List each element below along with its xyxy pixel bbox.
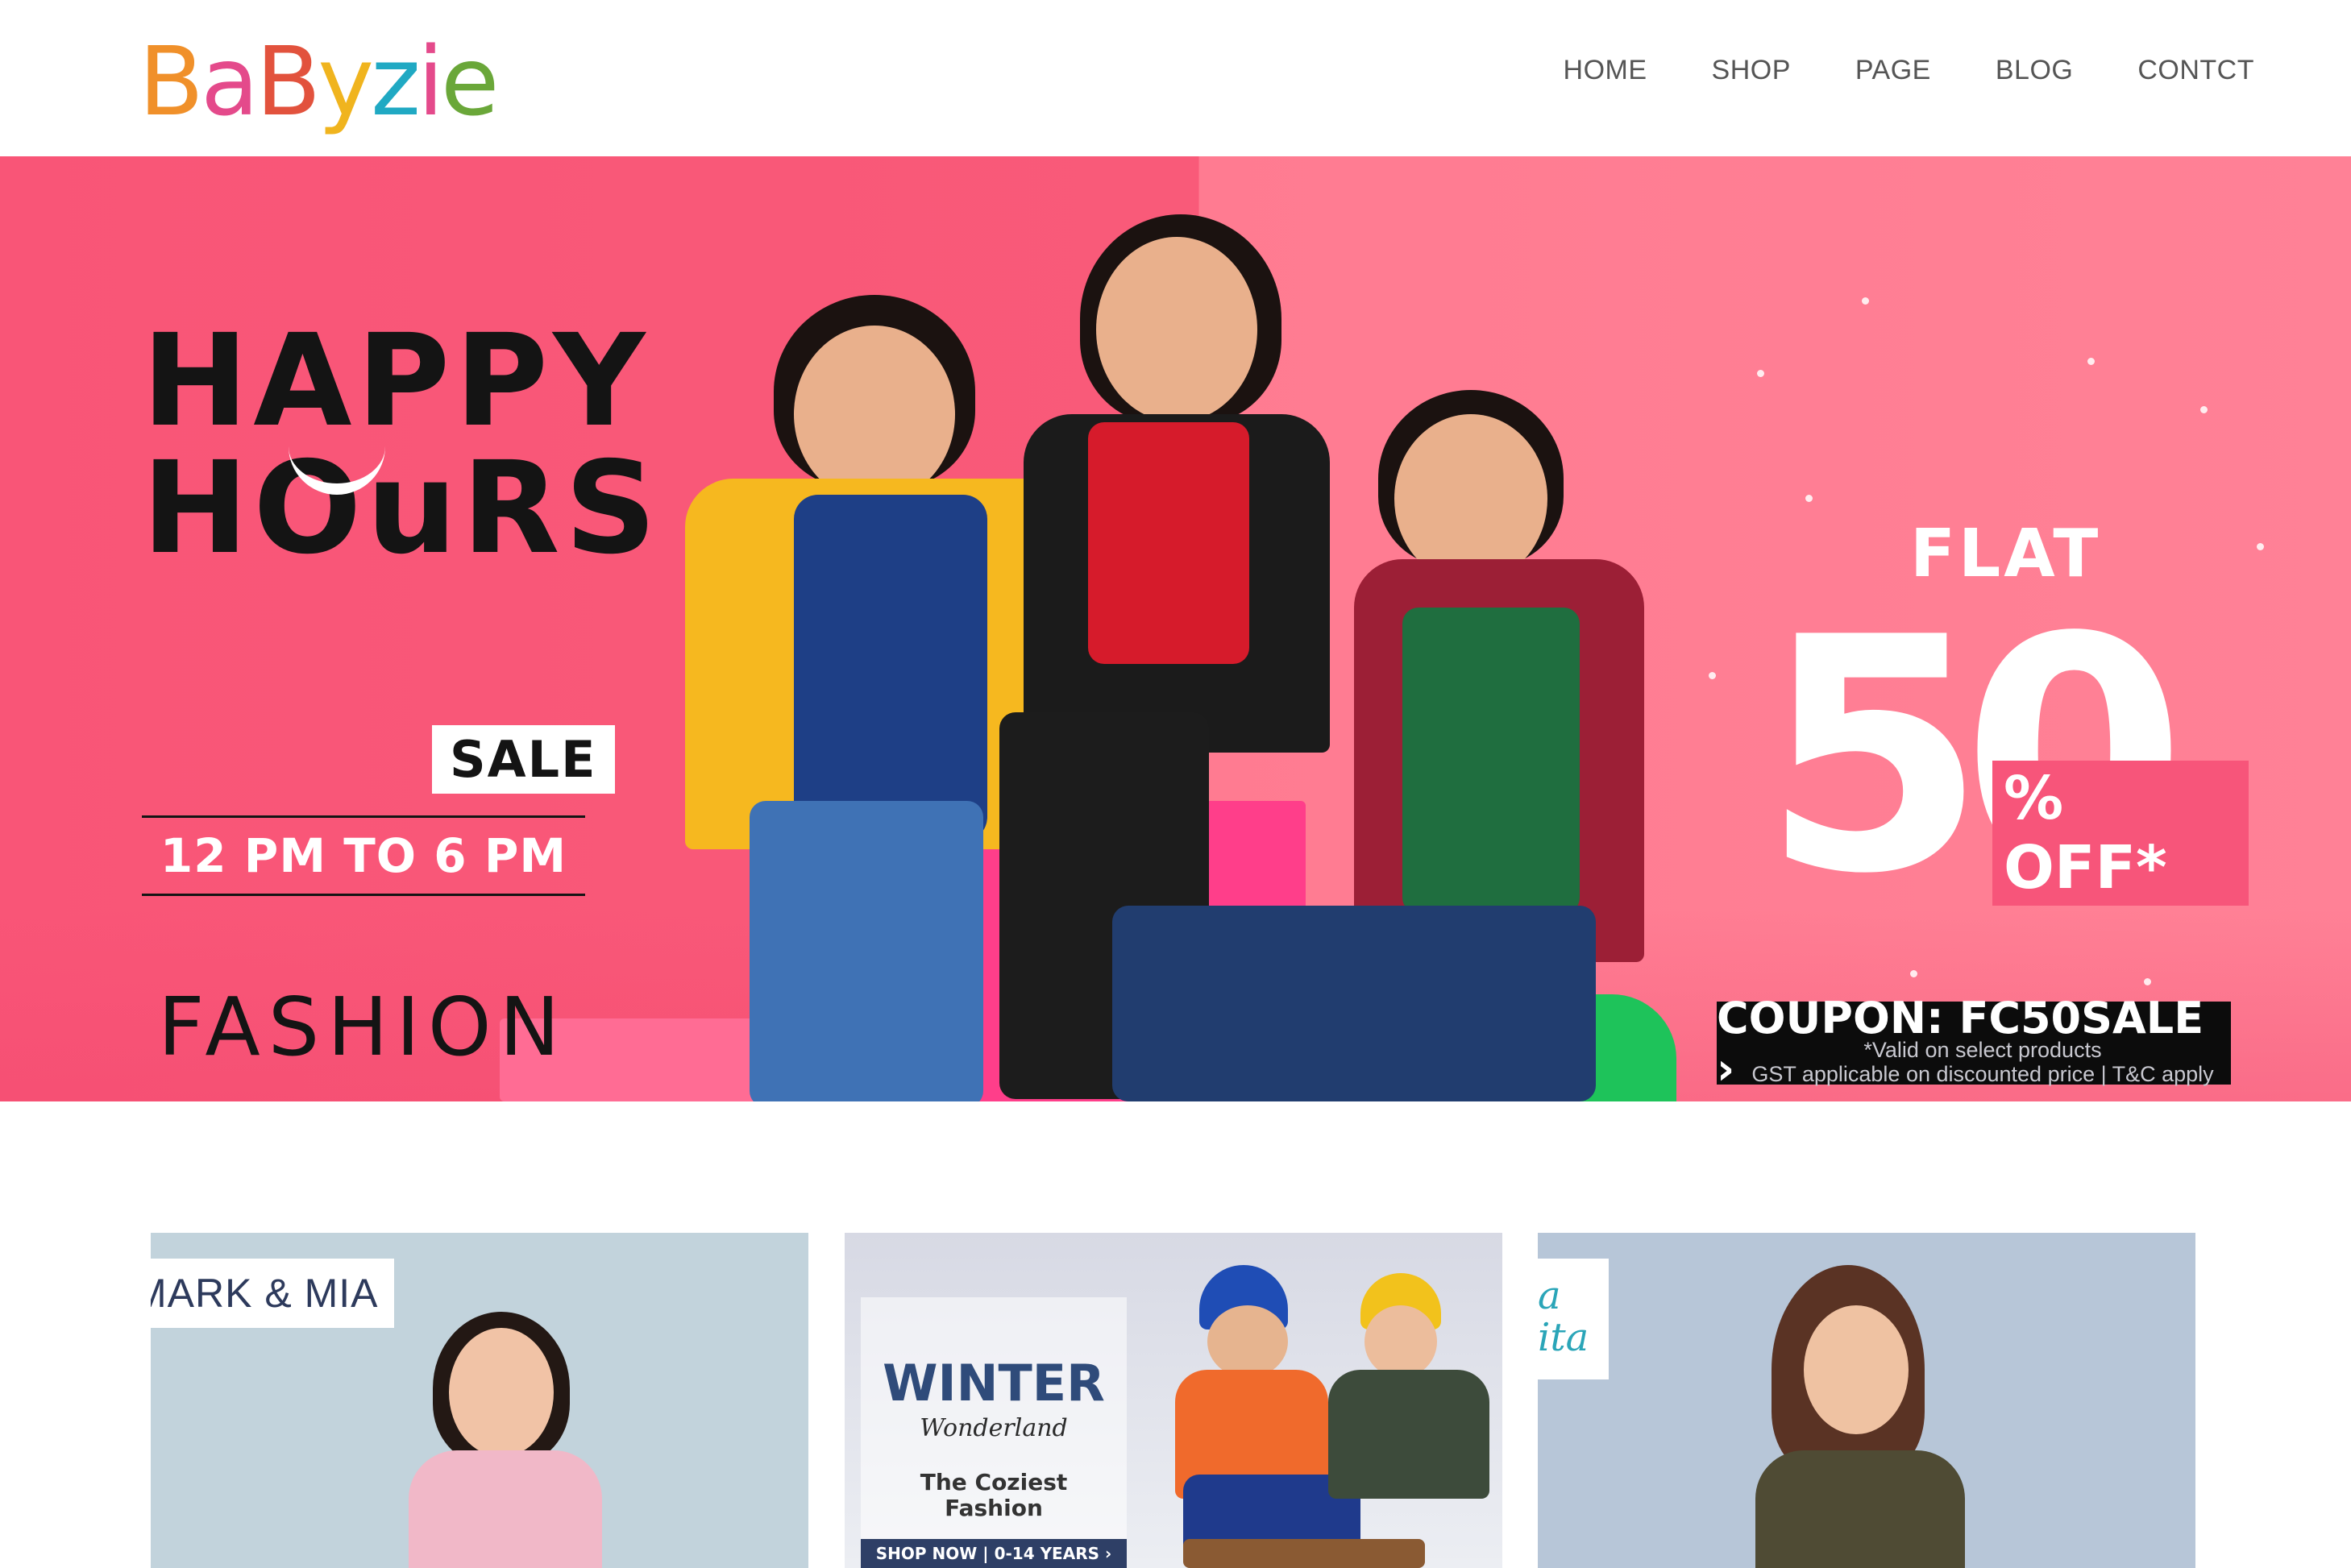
- logo-letter: a: [200, 26, 259, 137]
- site-header: BaByzie HOME SHOP PAGE BLOG CONTCT: [0, 0, 2351, 156]
- babyzie-logo[interactable]: BaByzie: [139, 26, 500, 137]
- brand-tag-three: a ita: [1538, 1259, 1609, 1379]
- hero-left-text: HAPPY HOuRS SALE 12 PM TO 6 PM FASHION: [142, 307, 657, 1074]
- nav-blog[interactable]: BLOG: [1996, 55, 2073, 86]
- nav-home[interactable]: HOME: [1564, 55, 1647, 86]
- brand-tag-three-line1: a: [1538, 1273, 1561, 1318]
- logo-letter: z: [371, 26, 421, 137]
- winter-text-block: WINTER Wonderland The Coziest Fashion SH…: [861, 1297, 1127, 1568]
- logo-letter: e: [440, 26, 500, 137]
- hero-banner[interactable]: HAPPY HOuRS SALE 12 PM TO 6 PM FASHION F…: [0, 156, 2351, 1101]
- nav-page[interactable]: PAGE: [1855, 55, 1931, 86]
- logo-letter: y: [318, 26, 374, 137]
- tagline-line2: Fashion: [945, 1495, 1043, 1521]
- brand-tag-mark-mia: MARK & MIA: [151, 1259, 395, 1328]
- fineprint-line2: GST applicable on discounted price | T&C…: [1751, 1062, 2214, 1086]
- brand-tag-three-line2: ita: [1538, 1315, 1589, 1360]
- winter-title: WINTER: [883, 1354, 1105, 1412]
- hero-headline-line1: HAPPY: [142, 307, 650, 455]
- shop-now-button[interactable]: SHOP NOW | 0-14 YEARS ›: [861, 1539, 1127, 1568]
- nav-shop[interactable]: SHOP: [1712, 55, 1791, 86]
- time-range-box: 12 PM TO 6 PM: [142, 815, 585, 896]
- promo-card-brand-three[interactable]: a ita: [1538, 1233, 2195, 1568]
- hero-category: FASHION: [158, 980, 568, 1074]
- logo-letter: i: [417, 26, 444, 137]
- time-range-text: 12 PM TO 6 PM: [160, 828, 567, 883]
- logo-letter: B: [255, 26, 321, 137]
- winter-tagline: The Coziest Fashion: [861, 1470, 1127, 1521]
- promo-card-winter[interactable]: WINTER Wonderland The Coziest Fashion SH…: [845, 1233, 1502, 1568]
- winter-subtitle: Wonderland: [920, 1414, 1068, 1442]
- sale-badge: SALE: [432, 725, 615, 794]
- promo-cards: MARK & MIA WINTER Wonderland The Coziest…: [151, 1233, 2195, 1568]
- promo-card-mark-mia[interactable]: MARK & MIA: [151, 1233, 808, 1568]
- nav-contact[interactable]: CONTCT: [2137, 55, 2254, 86]
- main-nav: HOME SHOP PAGE BLOG CONTCT: [1564, 55, 2254, 86]
- discount-off-badge: % OFF*: [1992, 761, 2249, 906]
- hero-fineprint: *Valid on select products GST applicable…: [1652, 1038, 2313, 1086]
- tagline-line1: The Coziest: [920, 1469, 1068, 1495]
- logo-letter: B: [139, 26, 204, 137]
- fineprint-line1: *Valid on select products: [1863, 1038, 2102, 1062]
